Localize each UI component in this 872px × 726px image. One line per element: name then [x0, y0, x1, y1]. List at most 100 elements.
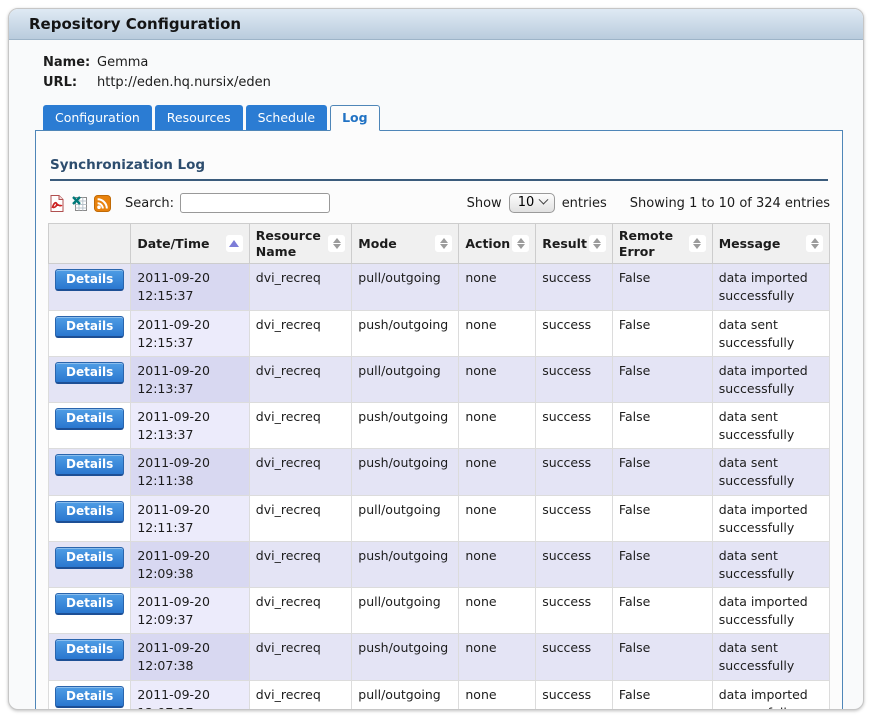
cell-remote-error: False	[612, 356, 712, 402]
sort-both-icon[interactable]	[328, 235, 345, 252]
cell-remote-error: False	[612, 449, 712, 495]
details-button[interactable]: Details	[55, 547, 124, 569]
details-button[interactable]: Details	[55, 316, 124, 338]
column-header-mode[interactable]: Mode	[352, 224, 459, 264]
cell-mode: push/outgoing	[352, 541, 459, 587]
url-label: URL:	[43, 75, 97, 90]
column-header-action[interactable]: Action	[459, 224, 536, 264]
search-input[interactable]	[180, 193, 330, 213]
cell-result: success	[536, 310, 613, 356]
table-row: Details 2011-09-20 12:11:37dvi_recreqpull…	[49, 495, 830, 541]
tab-resources[interactable]: Resources	[155, 105, 243, 130]
cell-result: success	[536, 588, 613, 634]
cell-resource-name: dvi_recreq	[249, 680, 352, 710]
cell-action: none	[459, 310, 536, 356]
cell-action: none	[459, 634, 536, 680]
cell-result: success	[536, 541, 613, 587]
table-row: Details2011-09-20 12:07:38dvi_recreqpush…	[49, 634, 830, 680]
cell-message: data sent successfully	[712, 449, 829, 495]
cell-actions: Details	[49, 310, 131, 356]
cell-action: none	[459, 449, 536, 495]
details-button[interactable]: Details	[55, 408, 124, 430]
cell-action: none	[459, 495, 536, 541]
cell-datetime: 2011-09-20 12:13:37	[131, 356, 249, 402]
cell-action: none	[459, 403, 536, 449]
cell-resource-name: dvi_recreq	[249, 310, 352, 356]
column-header-datetime[interactable]: Date/Time	[131, 224, 249, 264]
details-button[interactable]: Details	[55, 593, 124, 615]
cell-datetime: 2011-09-20 12:07:38	[131, 634, 249, 680]
cell-actions: Details	[49, 356, 131, 402]
cell-remote-error: False	[612, 403, 712, 449]
column-header-result[interactable]: Result	[536, 224, 613, 264]
details-button[interactable]: Details	[55, 269, 124, 291]
details-button[interactable]: Details	[55, 501, 124, 523]
cell-action: none	[459, 356, 536, 402]
cell-action: none	[459, 264, 536, 310]
sort-both-icon[interactable]	[589, 235, 606, 252]
tab-schedule[interactable]: Schedule	[246, 105, 327, 130]
cell-resource-name: dvi_recreq	[249, 403, 352, 449]
cell-mode: push/outgoing	[352, 634, 459, 680]
table-row: Details 2011-09-20 12:13:37dvi_recreqpush…	[49, 403, 830, 449]
cell-actions: Details	[49, 495, 131, 541]
log-tab-panel: Synchronization Log	[35, 130, 843, 710]
cell-action: none	[459, 588, 536, 634]
details-button[interactable]: Details	[55, 639, 124, 661]
sort-both-icon[interactable]	[512, 235, 529, 252]
cell-message: data imported successfully	[712, 356, 829, 402]
cell-actions: Details	[49, 680, 131, 710]
details-button[interactable]: Details	[55, 454, 124, 476]
cell-datetime: 2011-09-20 12:11:37	[131, 495, 249, 541]
table-row: Details2011-09-20 12:07:37dvi_recreqpull…	[49, 680, 830, 710]
cell-resource-name: dvi_recreq	[249, 541, 352, 587]
cell-mode: push/outgoing	[352, 310, 459, 356]
column-header-resource-name[interactable]: Resource Name	[249, 224, 352, 264]
url-value: http://eden.hq.nursix/eden	[97, 75, 843, 90]
cell-mode: pull/outgoing	[352, 495, 459, 541]
cell-datetime: 2011-09-20 12:09:37	[131, 588, 249, 634]
table-row: Details2011-09-20 12:09:38dvi_recreqpush…	[49, 541, 830, 587]
cell-resource-name: dvi_recreq	[249, 588, 352, 634]
cell-action: none	[459, 541, 536, 587]
tab-configuration[interactable]: Configuration	[43, 105, 152, 130]
sort-both-icon[interactable]	[435, 235, 452, 252]
section-heading: Synchronization Log	[50, 157, 828, 181]
cell-resource-name: dvi_recreq	[249, 449, 352, 495]
cell-resource-name: dvi_recreq	[249, 495, 352, 541]
cell-mode: push/outgoing	[352, 403, 459, 449]
sort-both-icon[interactable]	[689, 235, 706, 252]
details-button[interactable]: Details	[55, 362, 124, 384]
cell-remote-error: False	[612, 541, 712, 587]
show-entries-select[interactable]: 10	[518, 195, 535, 210]
column-header-remote-error[interactable]: Remote Error	[612, 224, 712, 264]
window-body: Name: Gemma URL: http://eden.hq.nursix/e…	[9, 40, 863, 710]
rss-feed-icon[interactable]	[94, 195, 111, 212]
cell-actions: Details	[49, 634, 131, 680]
column-header-message[interactable]: Message	[712, 224, 829, 264]
cell-mode: pull/outgoing	[352, 680, 459, 710]
export-icons	[48, 194, 111, 213]
xls-export-icon[interactable]	[71, 194, 89, 213]
show-entries-group: Show 10 entries Showing 1 to 10 of 324 e…	[467, 193, 830, 213]
tab-log[interactable]: Log	[330, 105, 380, 131]
details-button[interactable]: Details	[55, 686, 124, 708]
pdf-export-icon[interactable]	[48, 194, 66, 213]
cell-datetime: 2011-09-20 12:13:37	[131, 403, 249, 449]
cell-resource-name: dvi_recreq	[249, 264, 352, 310]
sort-both-icon[interactable]	[806, 235, 823, 252]
cell-datetime: 2011-09-20 12:11:38	[131, 449, 249, 495]
sort-ascending-icon[interactable]	[226, 235, 243, 252]
cell-result: success	[536, 264, 613, 310]
cell-mode: pull/outgoing	[352, 264, 459, 310]
cell-remote-error: False	[612, 634, 712, 680]
cell-resource-name: dvi_recreq	[249, 356, 352, 402]
cell-message: data imported successfully	[712, 264, 829, 310]
cell-message: data sent successfully	[712, 634, 829, 680]
entries-label: entries	[562, 196, 607, 211]
page-title: Repository Configuration	[29, 15, 241, 33]
cell-result: success	[536, 495, 613, 541]
name-value: Gemma	[97, 55, 843, 70]
table-row: Details2011-09-20 12:13:37dvi_recreqpull…	[49, 356, 830, 402]
table-header-row: Date/Time Resource Name Mode Action	[49, 224, 830, 264]
